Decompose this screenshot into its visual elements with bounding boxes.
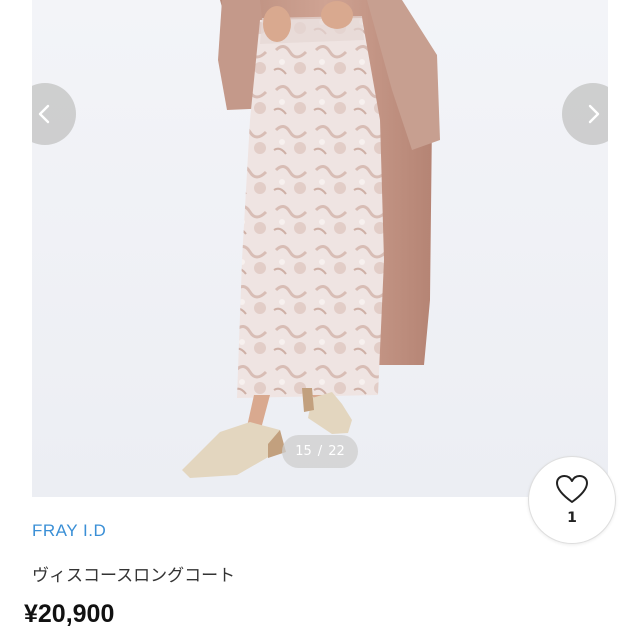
product-image-gallery[interactable]: 15 / 22 <box>32 0 608 497</box>
like-button[interactable]: 1 <box>528 456 616 544</box>
brand-link[interactable]: FRAY I.D <box>32 521 106 541</box>
counter-current: 15 <box>295 444 312 459</box>
counter-separator: / <box>317 444 323 459</box>
chevron-left-icon <box>38 104 50 124</box>
like-count: 1 <box>567 510 577 526</box>
heart-outline-icon <box>556 475 588 503</box>
chevron-right-icon <box>588 104 600 124</box>
product-title: ヴィスコースロングコート <box>32 566 236 586</box>
product-photo <box>182 0 440 478</box>
product-price: ¥20,900 <box>24 600 115 628</box>
counter-total: 22 <box>328 444 345 459</box>
image-counter: 15 / 22 <box>282 435 358 468</box>
